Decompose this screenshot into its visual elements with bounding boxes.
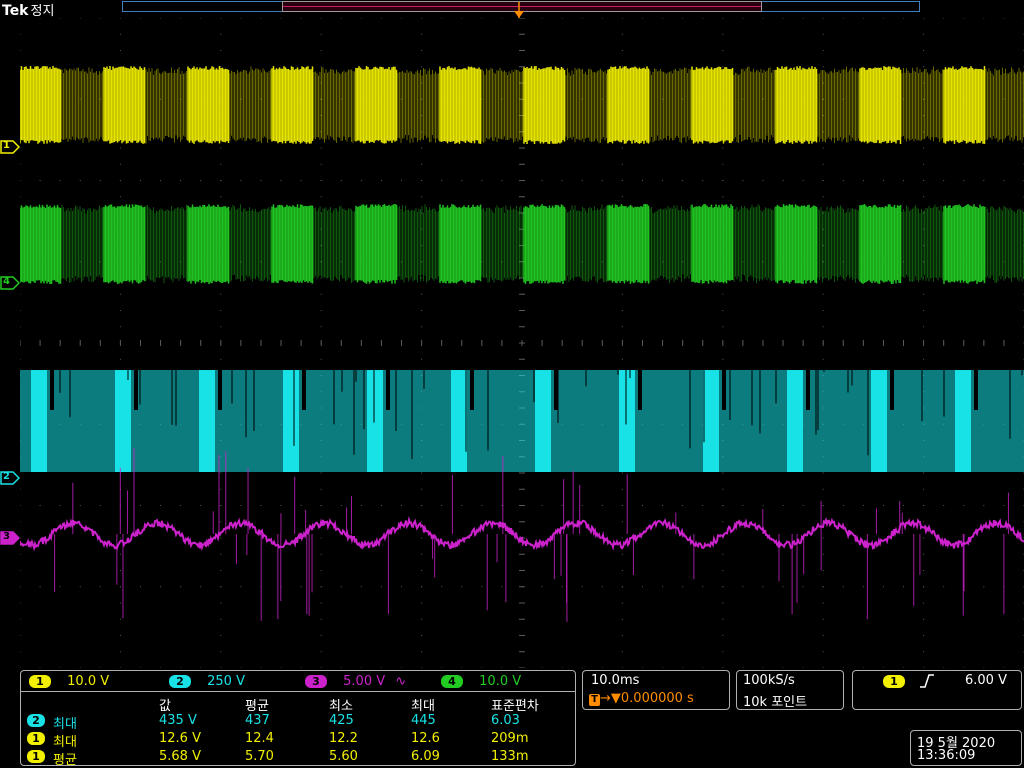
meas-min: 425 — [329, 713, 354, 728]
trigger-source-badge: 1 — [883, 675, 905, 688]
meas-stddev: 6.03 — [491, 713, 520, 728]
trigger-readout[interactable]: 1 6.00 V — [852, 670, 1022, 710]
record-length: 10k 포인트 — [743, 695, 808, 710]
horizontal-readout[interactable]: 10.0ms T →▼0.000000 s — [582, 670, 730, 710]
measurement-row[interactable]: 1 최대 12.6 V 12.4 12.2 12.6 209m — [27, 731, 577, 750]
rising-edge-icon — [920, 674, 934, 688]
ch4-scale: 10.0 V — [479, 674, 522, 689]
sample-rate: 100kS/s — [743, 673, 795, 688]
meas-name: 최대 — [53, 717, 77, 732]
meas-ch-badge: 2 — [27, 714, 45, 727]
status-bar: Tek정지 T — [0, 0, 1024, 38]
meas-stddev: 133m — [491, 749, 529, 764]
divider — [21, 691, 575, 692]
header-min: 최소 — [329, 699, 353, 714]
meas-min: 5.60 — [329, 749, 358, 764]
waveform-display[interactable] — [20, 18, 1024, 668]
ch3-badge: 3 — [305, 675, 327, 688]
ch4-badge: 4 — [441, 675, 463, 688]
trigger-delay-value: 0.000000 s — [620, 691, 694, 706]
trigger-delay-icon: T — [589, 694, 600, 706]
brand-logo: Tek 정지 — [2, 0, 54, 19]
meas-max: 6.09 — [411, 749, 440, 764]
trigger-level: 6.00 V — [965, 673, 1007, 688]
ch4-marker-label: 4 — [3, 276, 10, 287]
header-max: 최대 — [411, 699, 435, 714]
header-stddev: 표준편차 — [491, 699, 539, 714]
ch3-scale-readout[interactable]: 3 5.00 V ∿ — [305, 674, 406, 689]
ch2-ground-marker[interactable]: 2 — [0, 470, 21, 485]
header-mean: 평균 — [245, 699, 269, 714]
meas-ch-badge: 1 — [27, 732, 45, 745]
meas-max: 445 — [411, 713, 436, 728]
meas-ch-badge: 1 — [27, 750, 45, 763]
meas-mean: 437 — [245, 713, 270, 728]
meas-max: 12.6 — [411, 731, 440, 746]
meas-mean: 5.70 — [245, 749, 274, 764]
ch2-badge: 2 — [169, 675, 191, 688]
header-value: 값 — [159, 699, 171, 714]
ch3-ground-marker[interactable]: 3 — [0, 530, 21, 545]
ch2-scale: 250 V — [207, 674, 245, 689]
meas-value: 5.68 V — [159, 749, 201, 764]
readout-panel: 1 10.0 V 2 250 V 3 5.00 V ∿ 4 10.0 V 값 평… — [0, 668, 1024, 768]
time: 13:36:09 — [917, 748, 976, 763]
ch4-scale-readout[interactable]: 4 10.0 V — [441, 674, 521, 689]
measurement-row[interactable]: 1 평균 5.68 V 5.70 5.60 6.09 133m — [27, 749, 577, 768]
ch2-scale-readout[interactable]: 2 250 V — [169, 674, 245, 689]
ch1-scale-readout[interactable]: 1 10.0 V — [29, 674, 109, 689]
meas-name: 평균 — [53, 753, 77, 768]
ch1-marker-label: 1 — [3, 140, 10, 151]
ch4-ground-marker[interactable]: 4 — [0, 275, 21, 290]
ch1-scale: 10.0 V — [67, 674, 110, 689]
time-per-div: 10.0ms — [591, 673, 640, 688]
meas-value: 435 V — [159, 713, 197, 728]
meas-mean: 12.4 — [245, 731, 274, 746]
channel-measurement-box: 1 10.0 V 2 250 V 3 5.00 V ∿ 4 10.0 V 값 평… — [20, 670, 577, 768]
meas-stddev: 209m — [491, 731, 529, 746]
meas-min: 12.2 — [329, 731, 358, 746]
meas-name: 최대 — [53, 735, 77, 750]
measurement-row[interactable]: 2 최대 435 V 437 425 445 6.03 — [27, 713, 577, 732]
trigger-delay-readout: T →▼0.000000 s — [589, 691, 694, 706]
ch1-ground-marker[interactable]: 1 — [0, 139, 21, 154]
brand-name: Tek — [2, 3, 29, 19]
ch3-marker-label: 3 — [3, 531, 10, 542]
ch2-waveform — [20, 370, 1024, 472]
ch3-scale: 5.00 V — [343, 674, 386, 689]
ac-coupling-icon: ∿ — [395, 674, 407, 689]
acquisition-status: 정지 — [30, 4, 55, 19]
meas-value: 12.6 V — [159, 731, 201, 746]
datetime-readout: 19 5월 2020 13:36:09 — [910, 730, 1022, 766]
acquisition-readout[interactable]: 100kS/s 10k 포인트 — [736, 670, 844, 710]
ch1-badge: 1 — [29, 675, 51, 688]
ch2-marker-label: 2 — [3, 471, 10, 482]
